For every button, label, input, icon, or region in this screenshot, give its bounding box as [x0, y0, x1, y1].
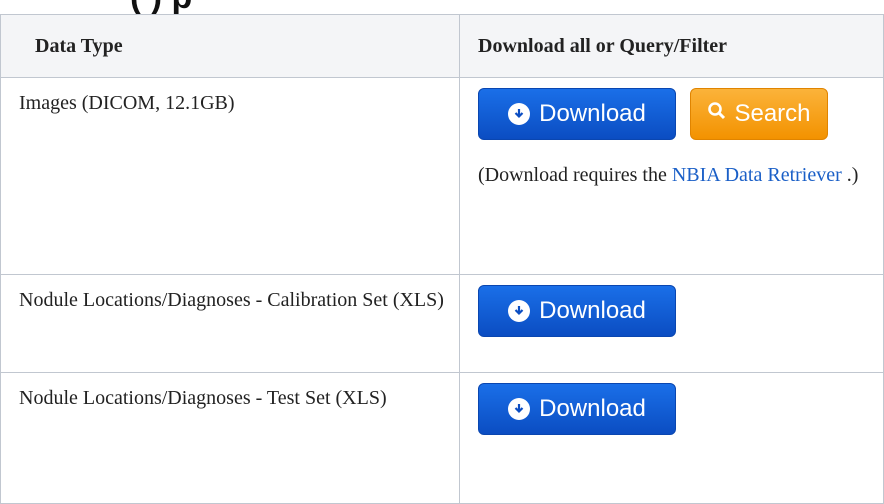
header-download: Download all or Query/Filter: [459, 14, 884, 78]
table-row: Nodule Locations/Diagnoses - Calibration…: [0, 274, 884, 373]
search-icon: [707, 99, 727, 129]
download-circle-icon: [508, 300, 531, 322]
note-prefix: (Download requires the: [478, 164, 672, 186]
cell-actions: Download: [459, 274, 884, 373]
download-circle-icon: [508, 398, 531, 420]
header-data-type: Data Type: [0, 14, 460, 78]
download-button-label: Download: [539, 395, 646, 422]
download-button[interactable]: Download: [478, 383, 676, 435]
cell-actions: Download Search (Download requires the N…: [459, 77, 884, 275]
data-table: Data Type Download all or Query/Filter I…: [0, 14, 884, 504]
cell-data-type: Nodule Locations/Diagnoses - Test Set (X…: [0, 372, 460, 504]
search-button[interactable]: Search: [690, 88, 828, 140]
table-header-row: Data Type Download all or Query/Filter: [0, 14, 884, 78]
download-button[interactable]: Download: [478, 88, 676, 140]
table-row: Images (DICOM, 12.1GB) Download Search (…: [0, 77, 884, 275]
download-button-label: Download: [539, 100, 646, 127]
cell-data-type: Images (DICOM, 12.1GB): [0, 77, 460, 275]
cell-actions: Download: [459, 372, 884, 504]
search-button-label: Search: [734, 100, 811, 127]
download-button[interactable]: Download: [478, 285, 676, 337]
note-suffix: .): [841, 164, 859, 186]
download-note: (Download requires the NBIA Data Retriev…: [478, 160, 883, 190]
cell-data-type: Nodule Locations/Diagnoses - Calibration…: [0, 274, 460, 373]
download-circle-icon: [508, 103, 531, 125]
download-button-label: Download: [539, 297, 646, 324]
nbia-retriever-link[interactable]: NBIA Data Retriever: [672, 164, 842, 186]
table-row: Nodule Locations/Diagnoses - Test Set (X…: [0, 372, 884, 504]
